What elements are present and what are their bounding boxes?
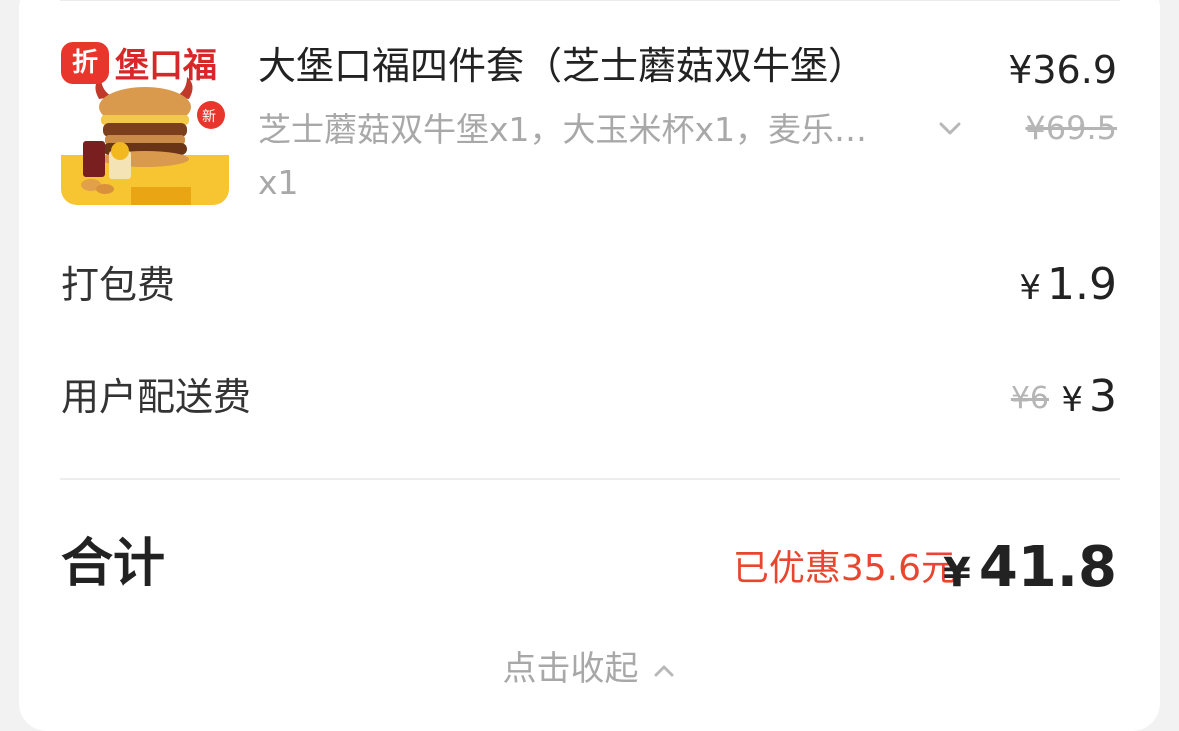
discount-tag: 折 [61,42,109,84]
delivery-fee-original: ¥6 [1010,381,1049,416]
packing-fee-value: ¥1.9 [1019,259,1117,314]
delivery-fee-label: 用户配送费 [61,375,252,419]
total-value: ¥41.8 [943,533,1117,608]
delivery-fee-value: ¥3 [1061,371,1117,426]
total-divider [60,478,1120,480]
image-brand-text: 堡口福 [115,46,217,86]
chevron-down-icon[interactable] [935,116,965,140]
packing-fee-amount: 1.9 [1047,259,1117,310]
collapse-button[interactable]: 点击收起 [0,646,1179,692]
product-quantity: x1 [258,163,299,202]
discount-note: 已优惠35.6元 [732,548,957,589]
product-price-current: ¥36.9 [1008,48,1117,92]
delivery-fee-currency: ¥ [1061,380,1083,420]
product-description: 芝士蘑菇双牛堡x1，大玉米杯x1，麦乐… [258,110,868,149]
delivery-fee-amount: 3 [1089,371,1117,422]
total-label: 合计 [61,534,166,594]
top-divider [60,0,1120,1]
new-badge-text: 新 [202,109,216,125]
packing-fee-label: 打包费 [61,263,176,307]
total-currency: ¥ [942,550,971,596]
chevron-up-icon [654,665,673,676]
product-price-original: ¥69.5 [1025,109,1117,147]
packing-fee-currency: ¥ [1019,268,1042,308]
total-amount: 41.8 [978,535,1117,600]
product-title: 大堡口福四件套（芝士蘑菇双牛堡） [258,44,867,88]
collapse-label: 点击收起 [502,649,639,689]
